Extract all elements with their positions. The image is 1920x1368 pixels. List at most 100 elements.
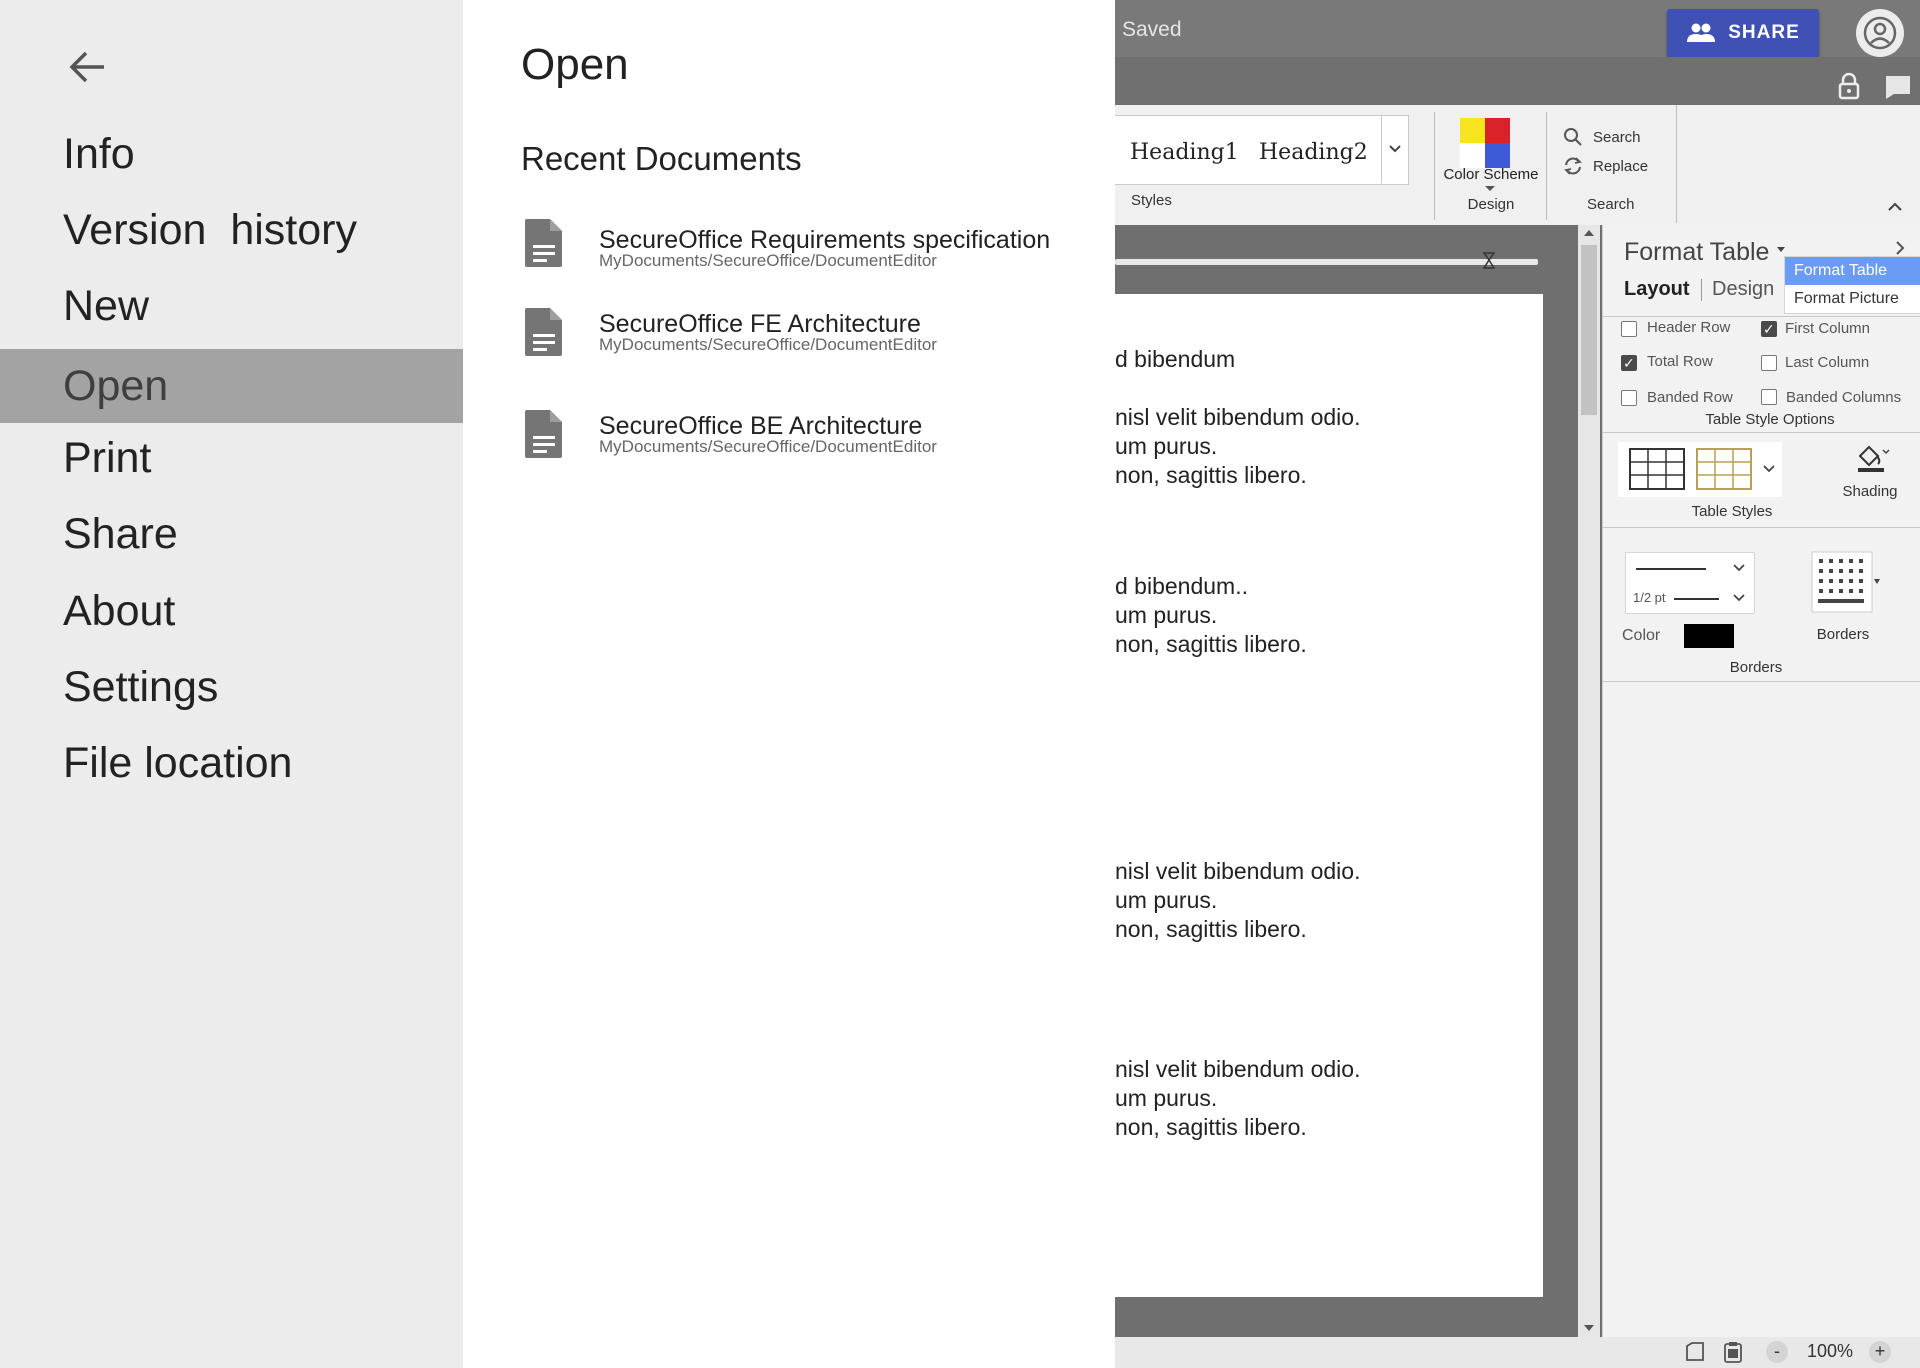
clipboard-icon[interactable] bbox=[1723, 1341, 1743, 1363]
last-column-label: Last Column bbox=[1785, 354, 1870, 371]
chevron-down-icon bbox=[1389, 145, 1401, 153]
header-row-checkbox[interactable] bbox=[1621, 321, 1637, 337]
collapse-ribbon-icon[interactable] bbox=[1887, 200, 1903, 212]
chevron-down-icon[interactable] bbox=[1733, 594, 1745, 602]
ribbon-divider bbox=[1546, 112, 1547, 220]
document-text-line: nisl velit bibendum odio. bbox=[1115, 1056, 1361, 1082]
replace-icon bbox=[1564, 157, 1582, 175]
borders-icon[interactable] bbox=[1811, 551, 1881, 613]
border-color-label: Color bbox=[1622, 627, 1661, 644]
caret-down-icon[interactable] bbox=[1776, 246, 1786, 254]
page-title: Open bbox=[521, 40, 629, 89]
color-scheme-button[interactable]: Color Scheme Design bbox=[1438, 112, 1544, 220]
back-arrow-icon[interactable] bbox=[68, 47, 108, 87]
banded-columns-label: Banded Columns bbox=[1786, 389, 1902, 406]
document-text-line: non, sagittis libero. bbox=[1115, 462, 1307, 488]
scrollbar-thumb[interactable] bbox=[1581, 245, 1597, 415]
ribbon-divider bbox=[1676, 105, 1677, 223]
scroll-down-icon[interactable] bbox=[1582, 1323, 1596, 1333]
menu-item-print[interactable]: Print bbox=[0, 421, 463, 495]
document-text-line: um purus. bbox=[1115, 1085, 1218, 1111]
user-icon bbox=[1863, 16, 1897, 50]
page-view-icon[interactable] bbox=[1684, 1342, 1706, 1362]
people-icon bbox=[1687, 23, 1716, 42]
border-style-selector[interactable]: 1/2 pt bbox=[1625, 552, 1755, 614]
chevron-down-icon[interactable] bbox=[1763, 465, 1775, 473]
chevron-right-icon[interactable] bbox=[1894, 240, 1906, 256]
chevron-down-icon[interactable] bbox=[1733, 564, 1745, 572]
document-path: MyDocuments/SecureOffice/DocumentEditor bbox=[599, 437, 937, 456]
styles-more-button[interactable] bbox=[1381, 115, 1408, 183]
recent-documents-heading: Recent Documents bbox=[521, 140, 802, 177]
style-heading1[interactable]: Heading1 bbox=[1130, 140, 1239, 165]
tab-layout[interactable]: Layout bbox=[1624, 278, 1690, 301]
account-button[interactable] bbox=[1856, 9, 1904, 57]
last-column-checkbox[interactable] bbox=[1761, 355, 1777, 371]
zoom-out-button[interactable]: - bbox=[1766, 1341, 1788, 1363]
document-text-line: nisl velit bibendum odio. bbox=[1115, 858, 1361, 884]
ribbon-divider bbox=[1434, 112, 1435, 220]
search-button[interactable]: Search bbox=[1563, 127, 1641, 147]
border-line-sample bbox=[1636, 568, 1706, 570]
document-text-line: nisl velit bibendum odio. bbox=[1115, 404, 1361, 430]
document-icon bbox=[525, 219, 562, 267]
document-text-line: um purus. bbox=[1115, 887, 1218, 913]
document-text-line: d bibendum bbox=[1115, 346, 1236, 372]
table-styles-label: Table Styles bbox=[1691, 503, 1773, 520]
document-path: MyDocuments/SecureOffice/DocumentEditor bbox=[599, 251, 937, 270]
menu-item-settings[interactable]: Settings bbox=[0, 650, 463, 724]
document-text-line: non, sagittis libero. bbox=[1115, 916, 1307, 942]
lock-icon[interactable] bbox=[1838, 72, 1860, 100]
borders-button-label: Borders bbox=[1816, 626, 1870, 643]
menu-item-info[interactable]: Info bbox=[0, 117, 463, 191]
caret-down-icon bbox=[1485, 186, 1495, 191]
document-text-line: non, sagittis libero. bbox=[1115, 631, 1307, 657]
search-icon bbox=[1564, 128, 1582, 146]
panel-divider bbox=[1602, 527, 1920, 528]
panel-divider bbox=[1602, 681, 1920, 682]
menu-item-file-location[interactable]: File location bbox=[0, 726, 463, 800]
menu-item-about[interactable]: About bbox=[0, 574, 463, 648]
zoom-in-button[interactable]: + bbox=[1869, 1341, 1891, 1363]
first-column-checkbox[interactable] bbox=[1761, 321, 1777, 337]
table-style-options-label: Table Style Options bbox=[1705, 411, 1835, 428]
panel-divider bbox=[1602, 432, 1920, 433]
format-panel-title[interactable]: Format Table bbox=[1624, 238, 1769, 267]
paint-bucket-icon[interactable] bbox=[1855, 442, 1891, 474]
scroll-up-icon[interactable] bbox=[1582, 228, 1596, 238]
ruler-marker-icon[interactable] bbox=[1482, 252, 1496, 270]
table-style-gold-icon[interactable] bbox=[1696, 448, 1752, 490]
document-text-line: um purus. bbox=[1115, 602, 1218, 628]
banded-row-checkbox[interactable] bbox=[1621, 390, 1637, 406]
banded-columns-checkbox[interactable] bbox=[1761, 389, 1777, 405]
share-button-label: SHARE bbox=[1728, 22, 1800, 43]
banded-row-label: Banded Row bbox=[1647, 389, 1733, 406]
menu-item-open[interactable]: Open bbox=[0, 349, 463, 423]
menu-item-version-history[interactable]: Version history bbox=[0, 193, 463, 267]
scheme-swatch-red bbox=[1485, 118, 1510, 143]
tab-divider bbox=[1701, 279, 1702, 301]
table-style-plain-icon[interactable] bbox=[1629, 448, 1685, 490]
replace-button[interactable]: Replace bbox=[1563, 156, 1648, 176]
document-text-line: um purus. bbox=[1115, 433, 1218, 459]
dropdown-option-format-picture[interactable]: Format Picture bbox=[1785, 285, 1920, 313]
tab-design[interactable]: Design bbox=[1712, 278, 1774, 301]
style-heading2[interactable]: Heading2 bbox=[1259, 140, 1368, 165]
command-bar bbox=[1115, 57, 1920, 105]
share-button[interactable]: SHARE bbox=[1667, 9, 1819, 57]
border-color-swatch[interactable] bbox=[1684, 624, 1734, 648]
format-panel-dropdown[interactable]: Format Table Format Picture bbox=[1784, 256, 1920, 314]
menu-item-new[interactable]: New bbox=[0, 269, 463, 343]
document-icon bbox=[525, 308, 562, 356]
zoom-level: 100% bbox=[1807, 1341, 1854, 1361]
total-row-checkbox[interactable] bbox=[1621, 355, 1637, 371]
design-group-label: Design bbox=[1467, 196, 1515, 213]
ruler bbox=[1115, 259, 1538, 265]
dropdown-option-format-table[interactable]: Format Table bbox=[1785, 257, 1920, 285]
table-styles-gallery bbox=[1618, 442, 1782, 497]
document-path: MyDocuments/SecureOffice/DocumentEditor bbox=[599, 335, 937, 354]
total-row-label: Total Row bbox=[1647, 353, 1713, 370]
scheme-swatch-white bbox=[1460, 143, 1485, 168]
comment-icon[interactable] bbox=[1884, 74, 1912, 100]
menu-item-share[interactable]: Share bbox=[0, 497, 463, 571]
